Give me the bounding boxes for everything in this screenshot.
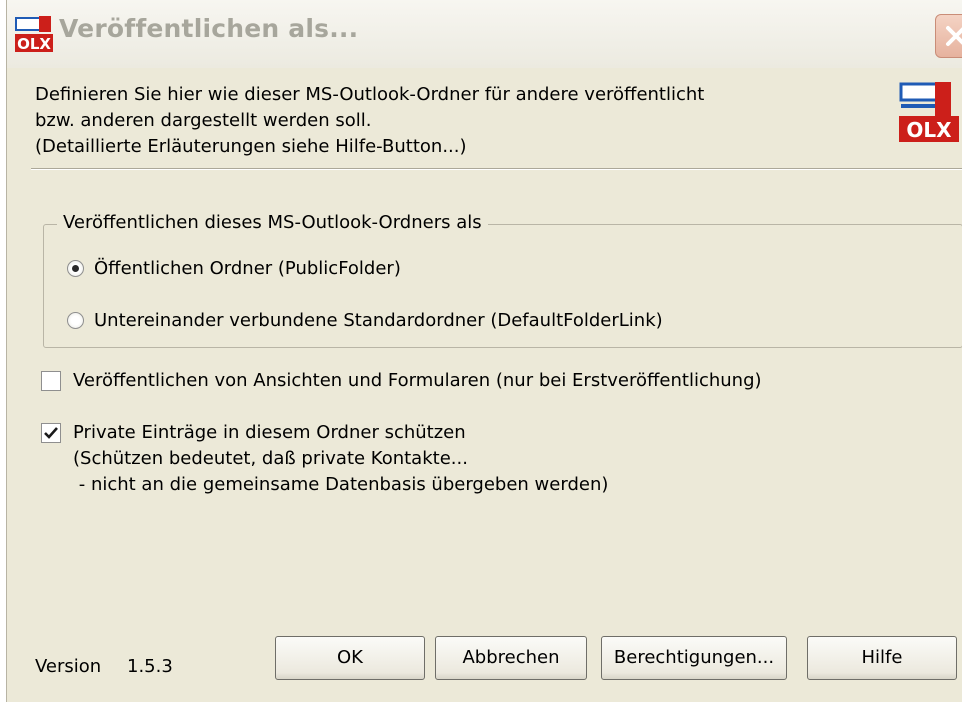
help-button[interactable]: Hilfe xyxy=(807,636,957,680)
close-icon xyxy=(946,26,962,46)
radio-public-folder[interactable]: Öffentlichen Ordner (PublicFolder) xyxy=(67,258,401,279)
checkmark-icon xyxy=(44,427,58,439)
description-line-2: bzw. anderen dargestellt werden soll. xyxy=(35,110,372,131)
permissions-button[interactable]: Berechtigungen... xyxy=(601,636,787,680)
radio-button-selected[interactable] xyxy=(67,260,84,277)
olx-logo-icon: OLX xyxy=(899,82,959,142)
radio-default-folder-link[interactable]: Untereinander verbundene Standardordner … xyxy=(67,310,663,331)
protect-private-note-1: (Schützen bedeutet, daß private Kontakte… xyxy=(73,448,468,469)
window-title: Veröffentlichen als... xyxy=(59,14,359,43)
publish-as-dialog: OLX Veröffentlichen als... Definieren Si… xyxy=(6,0,962,702)
checkbox-protect-private[interactable]: Private Einträge in diesem Ordner schütz… xyxy=(41,420,608,498)
radio-public-folder-label: Öffentlichen Ordner (PublicFolder) xyxy=(94,258,401,279)
checkbox-publish-views[interactable]: Veröffentlichen von Ansichten und Formul… xyxy=(41,368,762,394)
description-text: Definieren Sie hier wie dieser MS-Outloo… xyxy=(35,82,855,160)
protect-private-text: Private Einträge in diesem Ordner schütz… xyxy=(73,420,608,498)
close-button[interactable] xyxy=(935,14,962,58)
description-line-1: Definieren Sie hier wie dieser MS-Outloo… xyxy=(35,84,705,105)
ok-button[interactable]: OK xyxy=(275,636,425,680)
checkbox-protect-private-box[interactable] xyxy=(41,423,61,443)
radio-button[interactable] xyxy=(67,312,84,329)
logo-text: OLX xyxy=(906,118,952,142)
cancel-button[interactable]: Abbrechen xyxy=(435,636,587,680)
checkbox-publish-views-box[interactable] xyxy=(41,371,61,391)
protect-private-note-2: - nicht an die gemeinsame Datenbasis übe… xyxy=(73,474,609,495)
checkbox-protect-private-label: Private Einträge in diesem Ordner schütz… xyxy=(73,422,466,443)
checkbox-publish-views-label: Veröffentlichen von Ansichten und Formul… xyxy=(73,370,762,391)
version-label: Version xyxy=(35,656,102,677)
app-icon-text: OLX xyxy=(17,35,51,53)
publish-type-legend: Veröffentlichen dieses MS-Outlook-Ordner… xyxy=(57,212,488,233)
title-bar[interactable]: OLX Veröffentlichen als... xyxy=(7,0,962,68)
app-icon: OLX xyxy=(15,16,53,53)
version-value: 1.5.3 xyxy=(127,656,173,677)
description-line-3: (Detaillierte Erläuterungen siehe Hilfe-… xyxy=(35,136,467,157)
radio-default-folder-link-label: Untereinander verbundene Standardordner … xyxy=(94,310,663,331)
header-separator xyxy=(31,168,962,170)
